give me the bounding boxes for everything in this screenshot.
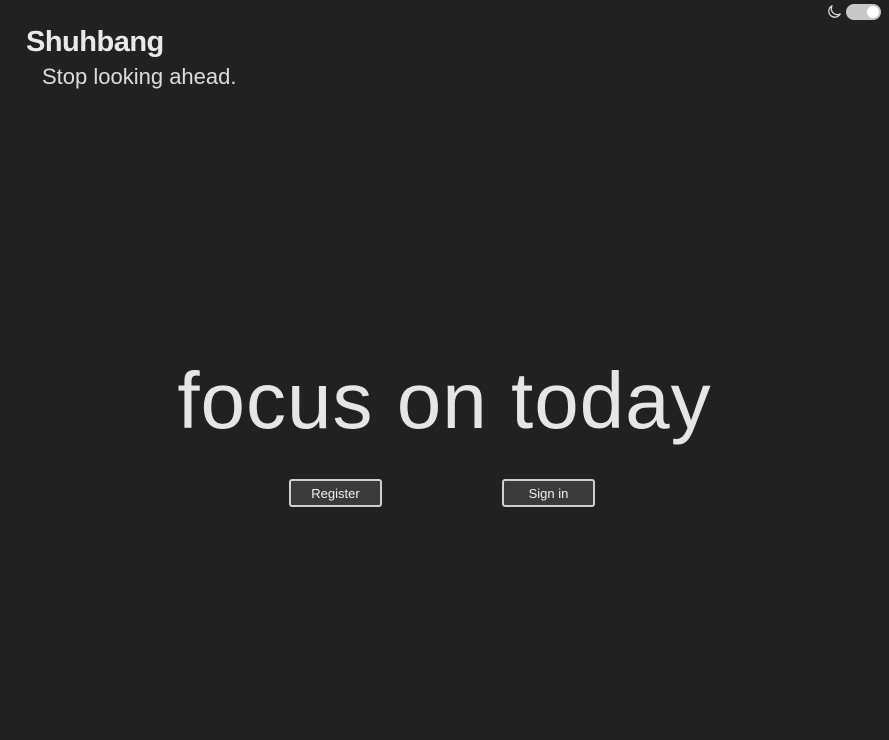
brand-title: Shuhbang	[26, 26, 164, 58]
brand-tagline: Stop looking ahead.	[42, 64, 237, 89]
hero-headline: focus on today	[177, 356, 712, 445]
sign-in-button[interactable]: Sign in	[502, 479, 595, 507]
register-button[interactable]: Register	[289, 479, 382, 507]
switch-knob	[867, 5, 879, 18]
moon-icon	[828, 5, 841, 18]
dark-mode-switch[interactable]	[846, 3, 881, 20]
theme-toggle[interactable]	[826, 3, 881, 20]
